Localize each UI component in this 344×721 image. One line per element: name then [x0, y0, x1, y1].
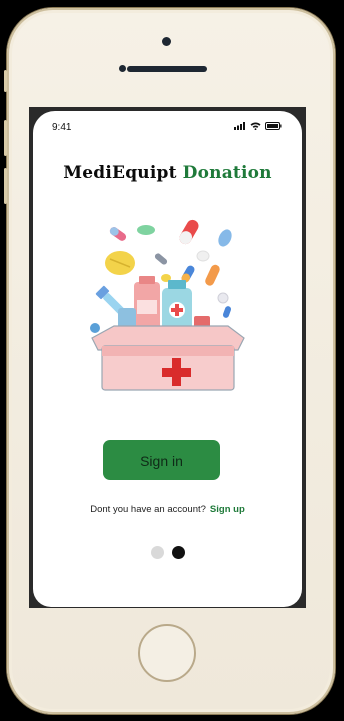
speaker-grille: [127, 66, 207, 72]
capsule-orange-icon: [205, 264, 220, 286]
first-aid-box-icon: [91, 325, 245, 391]
pill-pink-icon: [109, 227, 127, 241]
medical-kit-illustration: [90, 219, 245, 391]
home-button[interactable]: [138, 624, 196, 682]
pill-green-icon: [137, 225, 155, 235]
mute-switch: [4, 70, 7, 92]
device-frame: 9:41 MediEquipt Donation Sign in Dont yo…: [0, 0, 344, 721]
page-dot-1[interactable]: [151, 546, 164, 559]
earpiece-speaker: [119, 65, 207, 73]
page-dot-2-active[interactable]: [172, 546, 185, 559]
sensor-icon: [119, 65, 126, 72]
sign-up-link[interactable]: Sign up: [210, 504, 245, 515]
app-title: MediEquipt Donation: [33, 163, 302, 183]
pill-blue-icon: [218, 229, 232, 247]
wifi-icon: [250, 122, 261, 130]
signup-prompt-row: Dont you have an account? Sign up: [33, 504, 302, 515]
ball-icon: [90, 323, 100, 333]
volume-down-button: [4, 168, 7, 204]
page-indicator: [151, 546, 185, 559]
app-screen: 9:41 MediEquipt Donation Sign in Dont yo…: [33, 111, 302, 607]
sign-in-button[interactable]: Sign in: [103, 440, 220, 480]
pill-gray-icon: [154, 253, 168, 265]
app-title-part2: Donation: [182, 163, 272, 183]
signal-icon: [234, 122, 245, 130]
status-icons: [234, 122, 282, 130]
pill-round-icon: [217, 292, 229, 304]
volume-up-button: [4, 120, 7, 156]
status-time: 9:41: [52, 122, 72, 133]
app-title-part1: MediEquipt: [63, 163, 177, 183]
capsule-small-icon: [222, 306, 232, 318]
signup-prompt-text: Dont you have an account?: [90, 504, 206, 515]
front-camera-icon: [162, 37, 171, 46]
battery-icon: [265, 122, 282, 130]
status-bar: 9:41: [33, 111, 302, 137]
capsule-red-icon: [179, 219, 199, 245]
pill-white-icon: [196, 250, 210, 262]
